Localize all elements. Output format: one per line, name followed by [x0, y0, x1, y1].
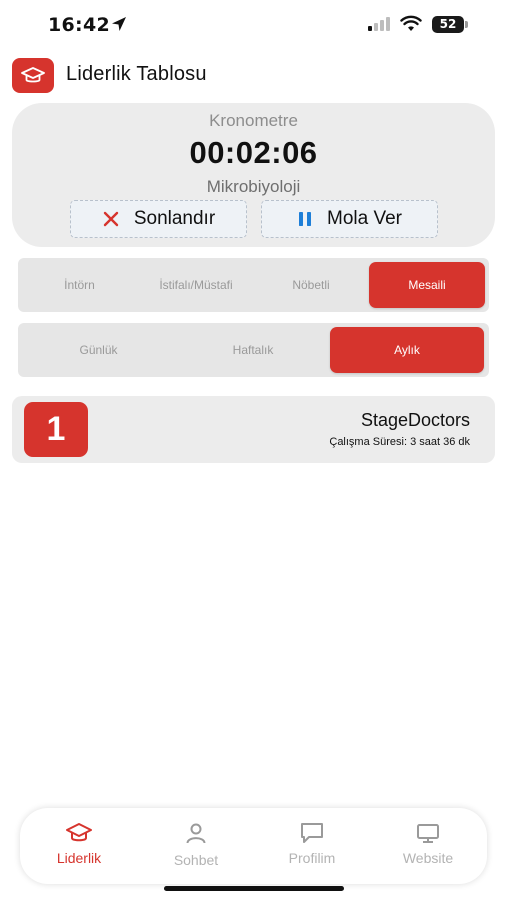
- graduation-cap-icon: [66, 823, 92, 842]
- close-icon: [103, 211, 119, 227]
- app-header: Liderlik Tablosu: [12, 58, 492, 94]
- role-filter-option-mesaili[interactable]: Mesaili: [369, 262, 485, 308]
- pause-icon: [299, 212, 311, 226]
- tab-label: Sohbet: [173, 852, 219, 868]
- bottom-tab-bar: Liderlik Sohbet Profilim Website: [20, 808, 487, 884]
- status-bar: 16:42 52: [0, 0, 507, 50]
- role-filter-option-intorn[interactable]: İntörn: [18, 258, 141, 312]
- cellular-signal-icon: [368, 17, 390, 31]
- leaderboard-user-name: StageDoctors: [360, 410, 470, 430]
- period-filter-option-aylik[interactable]: Aylık: [330, 327, 484, 373]
- app-logo: [12, 58, 54, 93]
- break-button[interactable]: Mola Ver: [261, 200, 438, 238]
- finish-button[interactable]: Sonlandır: [70, 200, 247, 238]
- tab-liderlik[interactable]: Liderlik: [29, 818, 129, 874]
- period-filter-option-gunluk[interactable]: Günlük: [18, 323, 179, 377]
- tab-label: Profilim: [288, 850, 336, 866]
- tab-website[interactable]: Website: [378, 818, 478, 874]
- role-filter-option-istifali[interactable]: İstifalı/Müstafi: [135, 258, 257, 312]
- stopwatch-label: Kronometre: [209, 111, 298, 130]
- tab-label: Liderlik: [56, 850, 102, 866]
- period-filter: Günlük Haftalık Aylık: [18, 323, 489, 377]
- tab-label: Website: [402, 850, 454, 866]
- stopwatch-value: 00:02:06: [189, 135, 318, 170]
- break-button-label: Mola Ver: [327, 208, 402, 229]
- status-time: 16:42: [48, 14, 110, 36]
- person-icon: [186, 823, 206, 844]
- tab-profilim[interactable]: Profilim: [262, 818, 362, 874]
- period-filter-option-haftalik[interactable]: Haftalık: [175, 323, 331, 377]
- chat-bubble-icon: [301, 823, 323, 843]
- home-indicator: [164, 886, 344, 891]
- stopwatch-subject: Mikrobiyoloji: [206, 177, 301, 196]
- graduation-cap-icon: [21, 66, 45, 82]
- monitor-icon: [417, 824, 439, 843]
- rank-badge: 1: [24, 402, 88, 457]
- location-arrow-icon: [112, 17, 126, 31]
- battery-indicator: 52: [432, 16, 468, 33]
- leaderboard-study-time: Çalışma Süresi: 3 saat 36 dk: [329, 436, 470, 448]
- finish-button-label: Sonlandır: [133, 208, 216, 229]
- role-filter: İntörn İstifalı/Müstafi Nöbetli Mesaili: [18, 258, 489, 312]
- leaderboard-row: 1 StageDoctors Çalışma Süresi: 3 saat 36…: [12, 396, 495, 463]
- tab-sohbet[interactable]: Sohbet: [146, 818, 246, 874]
- wifi-icon: [400, 15, 422, 31]
- battery-level: 52: [439, 17, 457, 31]
- page-title: Liderlik Tablosu: [66, 63, 207, 85]
- stopwatch-card: Kronometre 00:02:06 Mikrobiyoloji Sonlan…: [12, 103, 495, 247]
- role-filter-option-nobetli[interactable]: Nöbetli: [253, 258, 369, 312]
